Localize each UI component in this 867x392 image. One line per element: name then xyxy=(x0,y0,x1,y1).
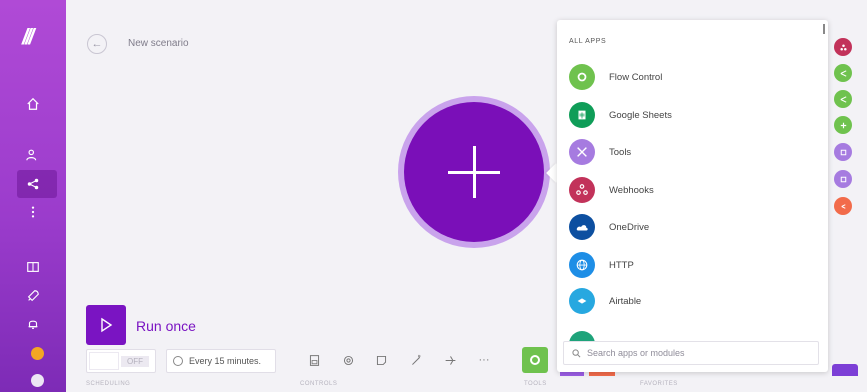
make-logo[interactable]: /// xyxy=(22,26,46,48)
app-item-label: Tools xyxy=(609,146,632,158)
bell-icon[interactable] xyxy=(21,312,45,336)
notes-icon[interactable] xyxy=(373,352,389,368)
search-apps-field[interactable] xyxy=(563,341,819,365)
favorite-module-button[interactable] xyxy=(832,364,858,376)
play-icon xyxy=(101,317,113,333)
onedrive-icon xyxy=(569,214,595,240)
tools-label: TOOLS xyxy=(524,381,547,387)
app-item-webhooks[interactable]: Webhooks xyxy=(569,175,809,205)
app-item-flow-control[interactable]: Flow Control xyxy=(569,62,809,92)
tools-shortcut-icon[interactable] xyxy=(834,143,852,161)
variables-shortcut-icon[interactable] xyxy=(834,170,852,188)
app-item-onedrive[interactable]: OneDrive xyxy=(569,212,809,242)
search-input[interactable] xyxy=(587,348,807,358)
google-sheets-icon xyxy=(569,102,595,128)
app-item-label: Webhooks xyxy=(609,184,654,196)
page-title[interactable]: New scenario xyxy=(128,38,189,49)
http-icon xyxy=(569,252,595,278)
scheduling-toggle[interactable]: OFF xyxy=(86,349,156,373)
tools-icon xyxy=(569,139,595,165)
run-once-button[interactable] xyxy=(86,305,126,345)
back-button[interactable]: ← xyxy=(87,34,107,54)
webhooks-shortcut-icon[interactable] xyxy=(834,38,852,56)
plus-shortcut-icon[interactable] xyxy=(834,116,852,134)
help-icon[interactable] xyxy=(31,347,44,360)
home-icon[interactable] xyxy=(21,92,45,116)
avatar[interactable] xyxy=(31,374,44,387)
all-apps-heading: ALL APPS xyxy=(569,38,607,45)
magic-wand-icon[interactable] xyxy=(408,352,424,368)
schedule-interval-button[interactable]: Every 15 minutes. xyxy=(166,349,276,373)
more-vertical-icon[interactable] xyxy=(21,200,45,224)
app-item-label: Flow Control xyxy=(609,71,663,83)
settings-icon[interactable] xyxy=(340,352,356,368)
app-item-label: HTTP xyxy=(609,259,634,271)
app-item-http[interactable]: HTTP xyxy=(569,250,809,280)
search-icon xyxy=(572,348,581,357)
left-sidebar: /// xyxy=(0,0,66,392)
text-parser-shortcut-icon[interactable] xyxy=(834,197,852,215)
webhooks-icon xyxy=(569,177,595,203)
flow-control-icon xyxy=(569,64,595,90)
more-options-button[interactable]: ··· xyxy=(476,352,492,368)
clock-icon xyxy=(173,356,183,366)
favorites-label: FAVORITES xyxy=(640,381,678,387)
app-item-google-sheets[interactable]: Google Sheets xyxy=(569,100,809,130)
airtable-icon xyxy=(569,288,595,314)
save-icon[interactable] xyxy=(306,352,322,368)
app-item-label: Airtable xyxy=(609,295,642,307)
controls-label: CONTROLS xyxy=(300,381,338,387)
airplane-icon[interactable] xyxy=(442,352,458,368)
rocket-icon[interactable] xyxy=(21,284,45,308)
app-item-label: OneDrive xyxy=(609,221,650,233)
add-module-button[interactable] xyxy=(404,102,544,242)
run-once-label[interactable]: Run once xyxy=(136,318,196,334)
app-picker-popup: ALL APPS Flow Control Google Sheets Tool… xyxy=(557,20,828,372)
flow-control-shortcut-icon[interactable] xyxy=(834,64,852,82)
router-shortcut-icon[interactable] xyxy=(834,90,852,108)
scheduling-label: SCHEDULING xyxy=(86,381,131,387)
team-icon[interactable] xyxy=(21,143,45,167)
toggle-state: OFF xyxy=(121,356,149,367)
gear-icon xyxy=(530,355,540,365)
flow-control-tool-button[interactable] xyxy=(522,347,548,373)
app-item-airtable[interactable]: Airtable xyxy=(569,286,809,316)
app-item-tools[interactable]: Tools xyxy=(569,137,809,167)
schedule-interval-text: Every 15 minutes. xyxy=(189,356,262,366)
arrow-left-icon: ← xyxy=(91,38,103,50)
scrollbar[interactable] xyxy=(823,24,825,34)
share-icon[interactable] xyxy=(21,172,45,196)
app-item-label: Google Sheets xyxy=(609,109,672,121)
book-icon[interactable] xyxy=(21,255,45,279)
